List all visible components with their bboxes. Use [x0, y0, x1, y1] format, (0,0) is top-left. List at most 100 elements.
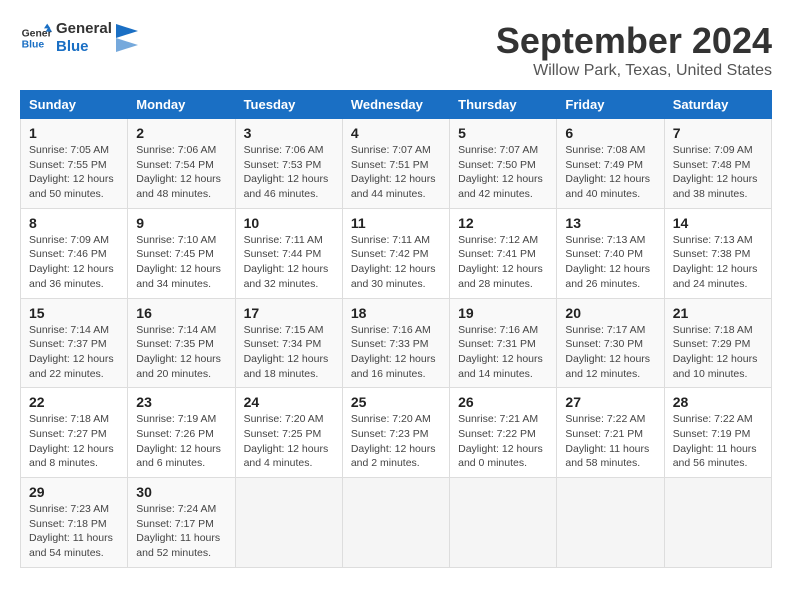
day-number: 26	[458, 394, 548, 410]
subtitle: Willow Park, Texas, United States	[496, 62, 772, 80]
calendar-cell: 21 Sunrise: 7:18 AMSunset: 7:29 PMDaylig…	[664, 298, 771, 388]
day-detail: Sunrise: 7:06 AMSunset: 7:53 PMDaylight:…	[244, 143, 334, 202]
day-detail: Sunrise: 7:16 AMSunset: 7:33 PMDaylight:…	[351, 323, 441, 382]
calendar-cell: 26 Sunrise: 7:21 AMSunset: 7:22 PMDaylig…	[450, 388, 557, 478]
calendar-cell: 19 Sunrise: 7:16 AMSunset: 7:31 PMDaylig…	[450, 298, 557, 388]
calendar-cell: 20 Sunrise: 7:17 AMSunset: 7:30 PMDaylig…	[557, 298, 664, 388]
calendar-cell: 28 Sunrise: 7:22 AMSunset: 7:19 PMDaylig…	[664, 388, 771, 478]
day-number: 24	[244, 394, 334, 410]
calendar-body: 1 Sunrise: 7:05 AMSunset: 7:55 PMDayligh…	[21, 119, 772, 568]
header-sunday: Sunday	[21, 91, 128, 119]
day-detail: Sunrise: 7:16 AMSunset: 7:31 PMDaylight:…	[458, 323, 548, 382]
day-number: 7	[673, 125, 763, 141]
header-friday: Friday	[557, 91, 664, 119]
logo-icon: General Blue	[20, 22, 52, 54]
calendar-cell	[235, 478, 342, 568]
day-detail: Sunrise: 7:18 AMSunset: 7:29 PMDaylight:…	[673, 323, 763, 382]
main-title: September 2024	[496, 20, 772, 62]
page-header: General Blue General Blue September 2024…	[20, 20, 772, 80]
calendar-cell: 6 Sunrise: 7:08 AMSunset: 7:49 PMDayligh…	[557, 119, 664, 209]
day-number: 5	[458, 125, 548, 141]
calendar-cell	[450, 478, 557, 568]
day-detail: Sunrise: 7:18 AMSunset: 7:27 PMDaylight:…	[29, 412, 119, 471]
title-block: September 2024 Willow Park, Texas, Unite…	[496, 20, 772, 80]
day-detail: Sunrise: 7:13 AMSunset: 7:38 PMDaylight:…	[673, 233, 763, 292]
day-number: 25	[351, 394, 441, 410]
day-detail: Sunrise: 7:20 AMSunset: 7:25 PMDaylight:…	[244, 412, 334, 471]
day-detail: Sunrise: 7:14 AMSunset: 7:35 PMDaylight:…	[136, 323, 226, 382]
day-number: 27	[565, 394, 655, 410]
day-number: 8	[29, 215, 119, 231]
day-number: 29	[29, 484, 119, 500]
day-number: 9	[136, 215, 226, 231]
day-detail: Sunrise: 7:11 AMSunset: 7:44 PMDaylight:…	[244, 233, 334, 292]
day-detail: Sunrise: 7:11 AMSunset: 7:42 PMDaylight:…	[351, 233, 441, 292]
day-detail: Sunrise: 7:10 AMSunset: 7:45 PMDaylight:…	[136, 233, 226, 292]
day-detail: Sunrise: 7:12 AMSunset: 7:41 PMDaylight:…	[458, 233, 548, 292]
logo-line1: General	[56, 20, 112, 38]
day-number: 6	[565, 125, 655, 141]
day-number: 1	[29, 125, 119, 141]
day-detail: Sunrise: 7:23 AMSunset: 7:18 PMDaylight:…	[29, 502, 119, 561]
logo-flag-icon	[116, 24, 138, 52]
day-number: 11	[351, 215, 441, 231]
calendar-cell: 29 Sunrise: 7:23 AMSunset: 7:18 PMDaylig…	[21, 478, 128, 568]
calendar-cell: 13 Sunrise: 7:13 AMSunset: 7:40 PMDaylig…	[557, 208, 664, 298]
calendar-cell: 5 Sunrise: 7:07 AMSunset: 7:50 PMDayligh…	[450, 119, 557, 209]
calendar-cell: 1 Sunrise: 7:05 AMSunset: 7:55 PMDayligh…	[21, 119, 128, 209]
calendar-cell: 15 Sunrise: 7:14 AMSunset: 7:37 PMDaylig…	[21, 298, 128, 388]
calendar-cell: 17 Sunrise: 7:15 AMSunset: 7:34 PMDaylig…	[235, 298, 342, 388]
calendar-cell: 3 Sunrise: 7:06 AMSunset: 7:53 PMDayligh…	[235, 119, 342, 209]
day-number: 21	[673, 305, 763, 321]
day-detail: Sunrise: 7:09 AMSunset: 7:46 PMDaylight:…	[29, 233, 119, 292]
calendar-cell: 12 Sunrise: 7:12 AMSunset: 7:41 PMDaylig…	[450, 208, 557, 298]
day-number: 10	[244, 215, 334, 231]
day-number: 16	[136, 305, 226, 321]
calendar-cell: 25 Sunrise: 7:20 AMSunset: 7:23 PMDaylig…	[342, 388, 449, 478]
day-detail: Sunrise: 7:07 AMSunset: 7:51 PMDaylight:…	[351, 143, 441, 202]
calendar-cell: 18 Sunrise: 7:16 AMSunset: 7:33 PMDaylig…	[342, 298, 449, 388]
calendar-cell: 9 Sunrise: 7:10 AMSunset: 7:45 PMDayligh…	[128, 208, 235, 298]
day-number: 18	[351, 305, 441, 321]
day-number: 15	[29, 305, 119, 321]
day-detail: Sunrise: 7:22 AMSunset: 7:21 PMDaylight:…	[565, 412, 655, 471]
day-number: 30	[136, 484, 226, 500]
calendar-cell: 16 Sunrise: 7:14 AMSunset: 7:35 PMDaylig…	[128, 298, 235, 388]
calendar-cell: 10 Sunrise: 7:11 AMSunset: 7:44 PMDaylig…	[235, 208, 342, 298]
calendar-cell: 4 Sunrise: 7:07 AMSunset: 7:51 PMDayligh…	[342, 119, 449, 209]
day-number: 2	[136, 125, 226, 141]
calendar-cell: 23 Sunrise: 7:19 AMSunset: 7:26 PMDaylig…	[128, 388, 235, 478]
header-monday: Monday	[128, 91, 235, 119]
calendar-cell	[557, 478, 664, 568]
day-number: 22	[29, 394, 119, 410]
day-detail: Sunrise: 7:19 AMSunset: 7:26 PMDaylight:…	[136, 412, 226, 471]
day-detail: Sunrise: 7:08 AMSunset: 7:49 PMDaylight:…	[565, 143, 655, 202]
day-detail: Sunrise: 7:17 AMSunset: 7:30 PMDaylight:…	[565, 323, 655, 382]
header-wednesday: Wednesday	[342, 91, 449, 119]
day-detail: Sunrise: 7:13 AMSunset: 7:40 PMDaylight:…	[565, 233, 655, 292]
day-number: 13	[565, 215, 655, 231]
calendar-cell	[342, 478, 449, 568]
calendar-cell: 14 Sunrise: 7:13 AMSunset: 7:38 PMDaylig…	[664, 208, 771, 298]
calendar-cell: 27 Sunrise: 7:22 AMSunset: 7:21 PMDaylig…	[557, 388, 664, 478]
day-detail: Sunrise: 7:21 AMSunset: 7:22 PMDaylight:…	[458, 412, 548, 471]
calendar-cell: 22 Sunrise: 7:18 AMSunset: 7:27 PMDaylig…	[21, 388, 128, 478]
calendar-cell	[664, 478, 771, 568]
calendar-cell: 7 Sunrise: 7:09 AMSunset: 7:48 PMDayligh…	[664, 119, 771, 209]
day-number: 28	[673, 394, 763, 410]
day-detail: Sunrise: 7:06 AMSunset: 7:54 PMDaylight:…	[136, 143, 226, 202]
day-detail: Sunrise: 7:24 AMSunset: 7:17 PMDaylight:…	[136, 502, 226, 561]
calendar-cell: 30 Sunrise: 7:24 AMSunset: 7:17 PMDaylig…	[128, 478, 235, 568]
day-number: 4	[351, 125, 441, 141]
calendar-header: Sunday Monday Tuesday Wednesday Thursday…	[21, 91, 772, 119]
day-number: 12	[458, 215, 548, 231]
calendar-table: Sunday Monday Tuesday Wednesday Thursday…	[20, 90, 772, 568]
header-tuesday: Tuesday	[235, 91, 342, 119]
day-number: 17	[244, 305, 334, 321]
calendar-cell: 24 Sunrise: 7:20 AMSunset: 7:25 PMDaylig…	[235, 388, 342, 478]
calendar-cell: 11 Sunrise: 7:11 AMSunset: 7:42 PMDaylig…	[342, 208, 449, 298]
day-number: 23	[136, 394, 226, 410]
svg-text:Blue: Blue	[22, 40, 45, 51]
header-saturday: Saturday	[664, 91, 771, 119]
day-detail: Sunrise: 7:20 AMSunset: 7:23 PMDaylight:…	[351, 412, 441, 471]
